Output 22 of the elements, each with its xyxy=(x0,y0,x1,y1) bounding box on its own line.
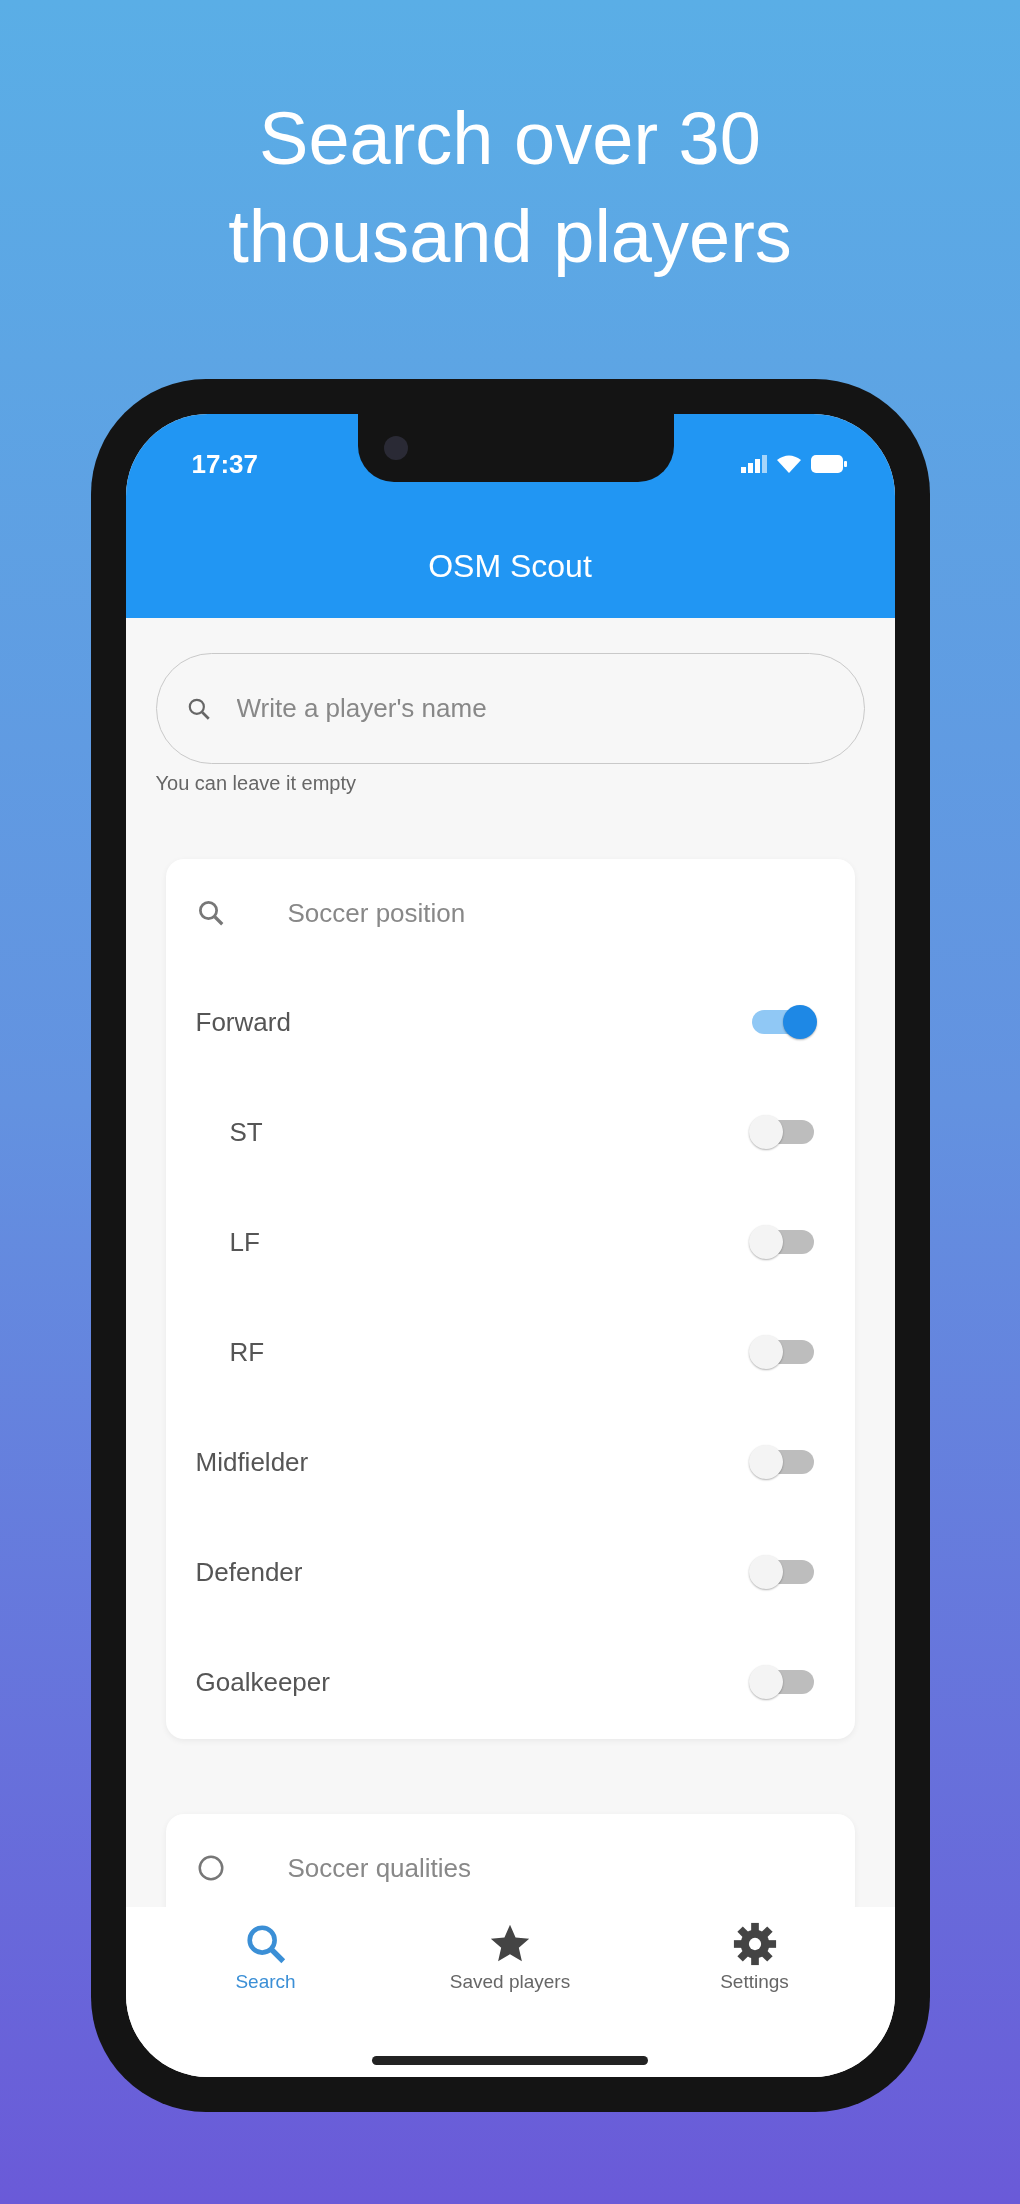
headline: Search over 30 thousand players xyxy=(227,96,793,280)
option-label: RF xyxy=(229,1336,265,1368)
settings-icon xyxy=(731,1921,778,1967)
signal-icon xyxy=(740,455,767,473)
wifi-icon xyxy=(776,455,801,473)
nav-tab[interactable]: Settings xyxy=(654,1907,855,2007)
filter-field[interactable]: Soccer qualities xyxy=(285,1851,686,1885)
status-time: 17:37 xyxy=(191,448,258,480)
option-label: Midfielder xyxy=(195,1446,309,1478)
helper-text: You can leave it empty xyxy=(155,772,357,796)
search-field[interactable]: Write a player's name xyxy=(155,653,865,764)
option-label: ST xyxy=(229,1116,263,1148)
app-title: OSM Scout xyxy=(427,548,593,585)
filter-field[interactable]: Soccer position xyxy=(285,896,686,930)
camera-icon xyxy=(383,436,408,460)
option-label: Goalkeeper xyxy=(195,1666,330,1698)
nav-tab[interactable]: Saved players xyxy=(410,1907,610,2007)
nav-tab[interactable]: Search xyxy=(165,1907,366,2007)
battery-icon xyxy=(810,455,847,473)
option-label: Defender xyxy=(195,1556,303,1588)
option-label: LF xyxy=(229,1226,260,1258)
option-label: Forward xyxy=(195,1006,291,1038)
